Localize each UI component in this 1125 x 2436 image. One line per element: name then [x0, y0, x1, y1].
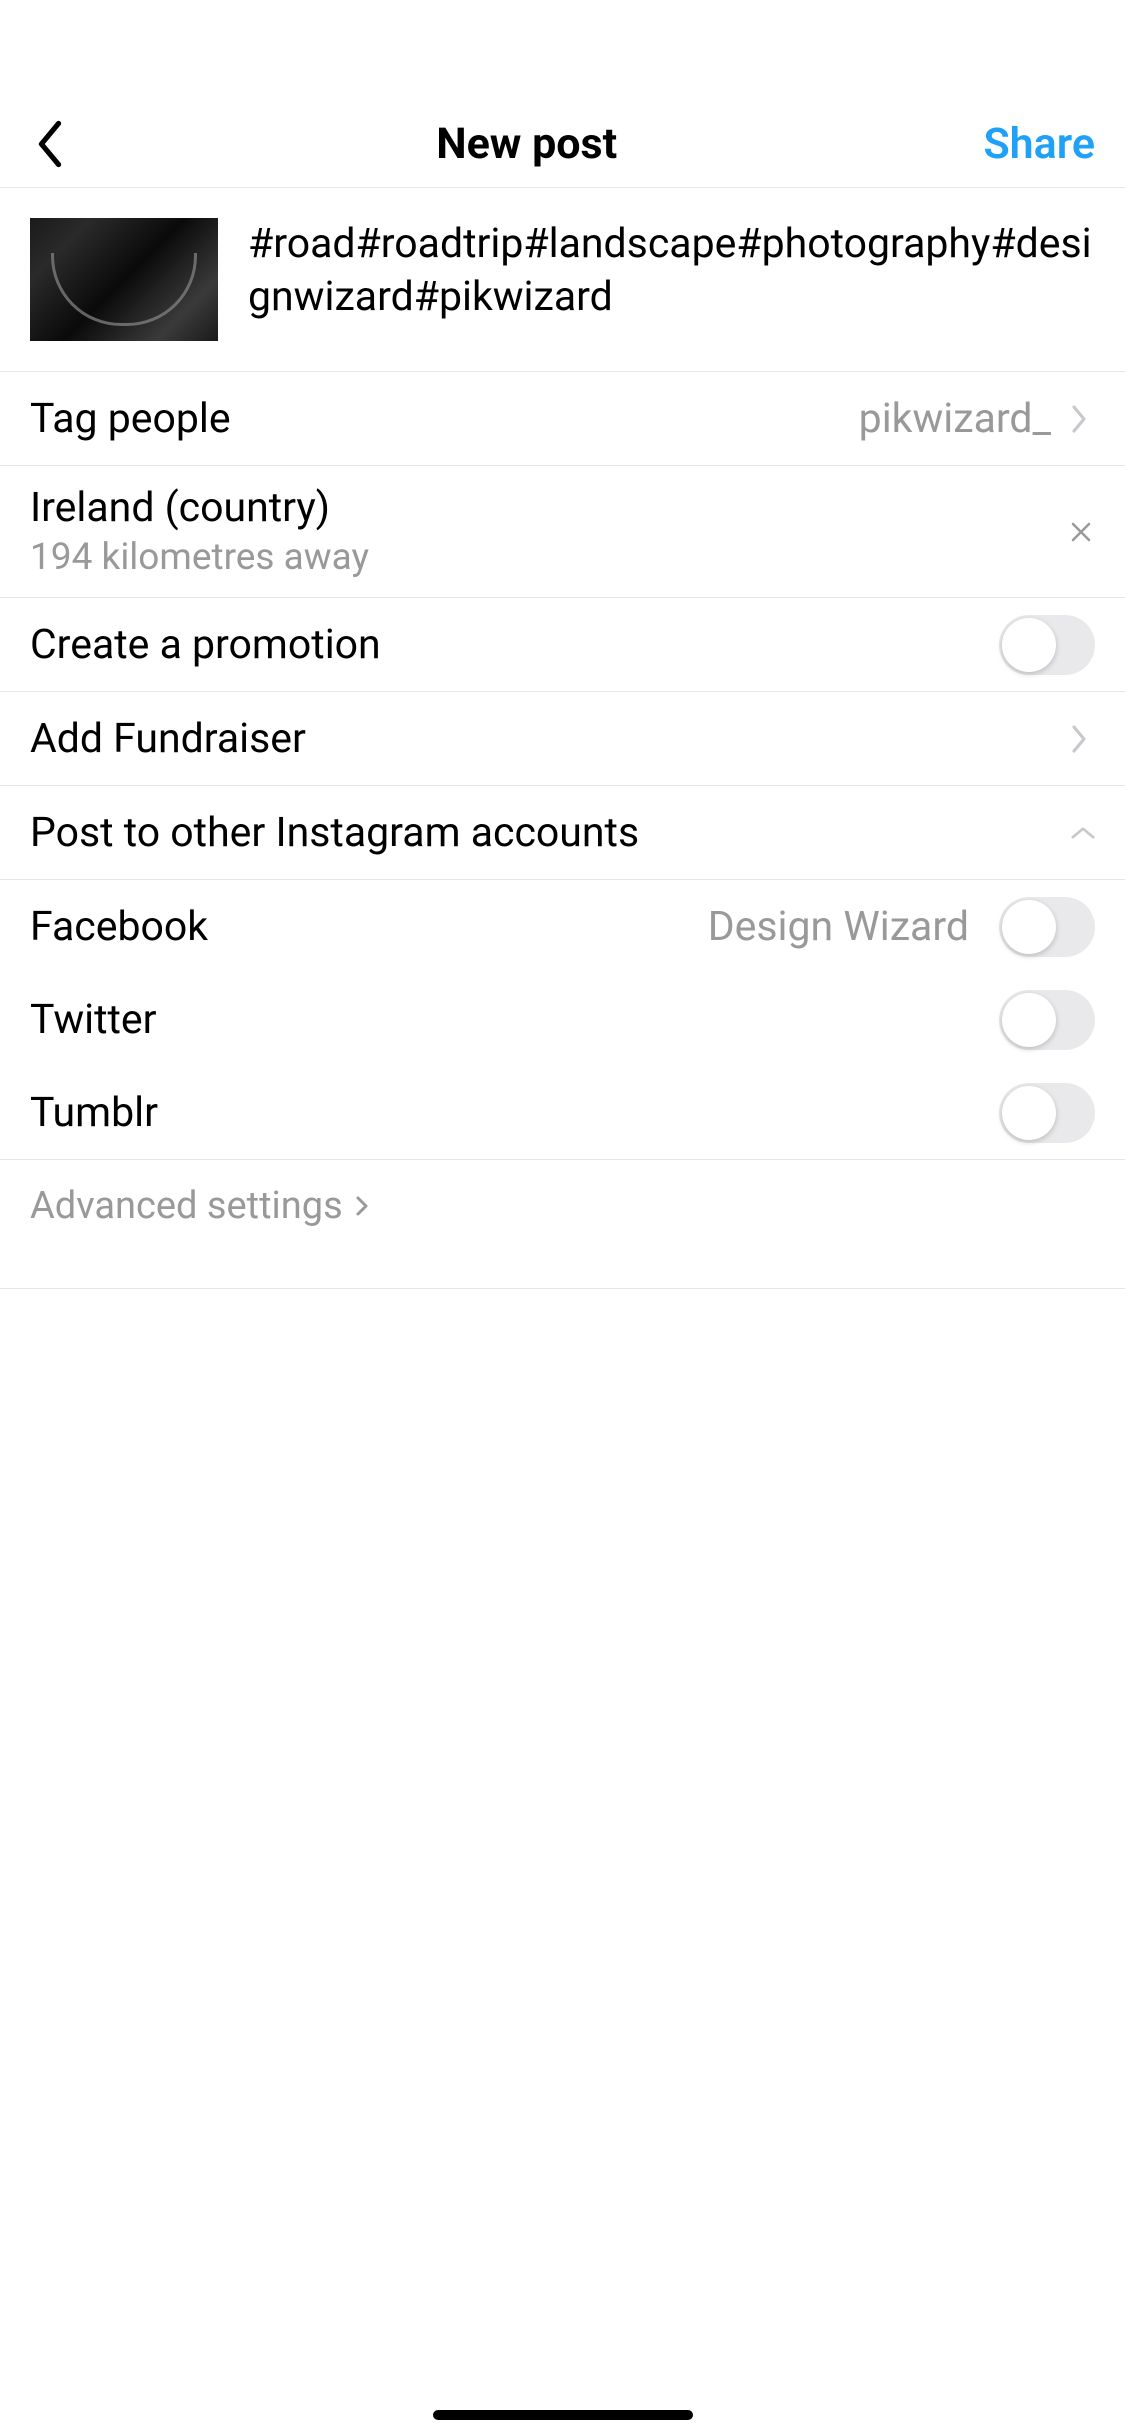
tumblr-row: Tumblr [0, 1066, 1125, 1159]
chevron-right-icon [355, 1194, 379, 1218]
facebook-value: Design Wizard [708, 903, 969, 951]
fundraiser-row[interactable]: Add Fundraiser [0, 692, 1125, 786]
advanced-settings-label: Advanced settings [30, 1184, 343, 1228]
chevron-right-icon [1071, 407, 1095, 431]
page-title: New post [436, 119, 617, 169]
tumblr-toggle[interactable] [999, 1083, 1095, 1143]
twitter-row: Twitter [0, 973, 1125, 1066]
header: New post Share [0, 100, 1125, 188]
facebook-label: Facebook [30, 903, 208, 951]
tag-people-value: pikwizard_ [859, 395, 1051, 443]
promotion-label: Create a promotion [30, 621, 381, 669]
tag-people-label: Tag people [30, 395, 231, 443]
home-indicator[interactable] [433, 2410, 693, 2420]
fundraiser-label: Add Fundraiser [30, 715, 306, 763]
post-thumbnail[interactable] [30, 218, 218, 341]
tag-people-row[interactable]: Tag people pikwizard_ [0, 372, 1125, 466]
caption-text[interactable]: #road#roadtrip#landscape#photography#des… [248, 218, 1095, 325]
location-row[interactable]: Ireland (country) 194 kilometres away [0, 466, 1125, 598]
advanced-settings-row[interactable]: Advanced settings [0, 1160, 1125, 1289]
promotion-row: Create a promotion [0, 598, 1125, 692]
location-distance: 194 kilometres away [30, 536, 369, 579]
other-accounts-label: Post to other Instagram accounts [30, 809, 639, 857]
tumblr-label: Tumblr [30, 1089, 158, 1137]
location-name: Ireland (country) [30, 484, 369, 532]
twitter-label: Twitter [30, 996, 157, 1044]
twitter-toggle[interactable] [999, 990, 1095, 1050]
chevron-up-icon [1071, 821, 1095, 845]
facebook-toggle[interactable] [999, 897, 1095, 957]
promotion-toggle[interactable] [999, 615, 1095, 675]
close-icon[interactable] [1067, 518, 1095, 546]
chevron-right-icon [1071, 727, 1095, 751]
back-icon[interactable] [30, 124, 70, 164]
share-button[interactable]: Share [983, 119, 1095, 169]
facebook-row: Facebook Design Wizard [0, 880, 1125, 973]
other-accounts-row[interactable]: Post to other Instagram accounts [0, 786, 1125, 880]
caption-section: #road#roadtrip#landscape#photography#des… [0, 188, 1125, 372]
